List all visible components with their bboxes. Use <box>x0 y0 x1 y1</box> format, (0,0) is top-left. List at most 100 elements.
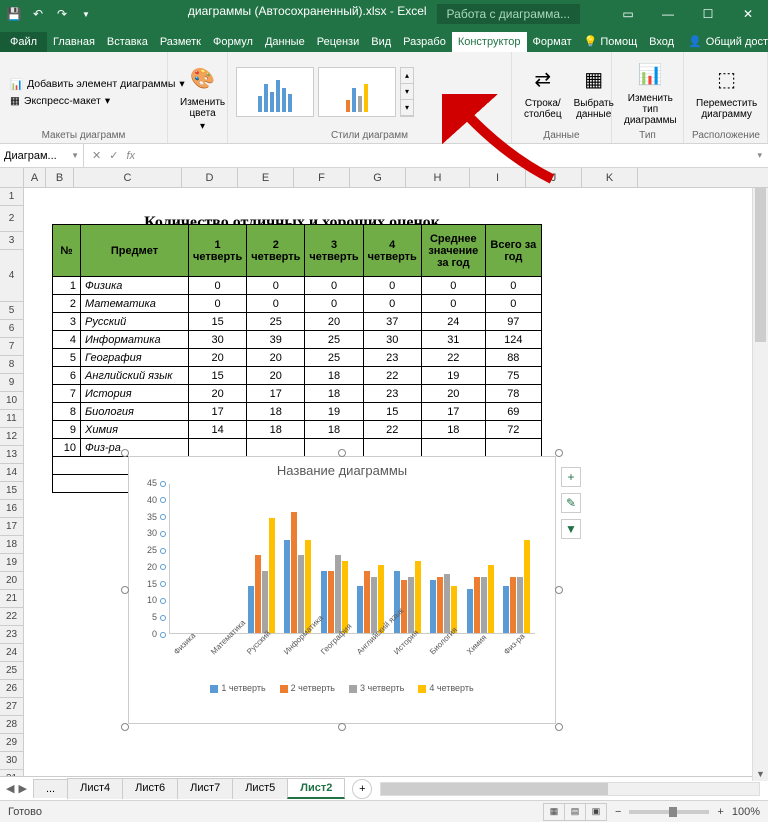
row-header[interactable]: 20 <box>0 572 24 590</box>
zoom-slider[interactable] <box>629 810 709 814</box>
chart-object[interactable]: Название диаграммы 454035302520151050 Фи… <box>128 456 556 724</box>
sheet-nav-prev-icon[interactable]: ◀ <box>6 782 14 795</box>
row-header[interactable]: 24 <box>0 644 24 662</box>
sheet-tab[interactable]: Лист2 <box>287 778 345 799</box>
zoom-level[interactable]: 100% <box>732 806 760 818</box>
cancel-formula-icon[interactable]: ✕ <box>92 149 101 162</box>
chart-elements-button[interactable]: + <box>561 467 581 487</box>
worksheet-grid[interactable]: ABCDEFGHIJK 1234567891011121314151617181… <box>0 168 768 776</box>
row-header[interactable]: 11 <box>0 410 24 428</box>
tab-view[interactable]: Вид <box>365 32 397 52</box>
row-header[interactable]: 2 <box>0 206 24 232</box>
column-header[interactable]: F <box>294 168 350 187</box>
bar-group[interactable] <box>430 574 457 633</box>
row-header[interactable]: 26 <box>0 680 24 698</box>
tab-home[interactable]: Главная <box>47 32 101 52</box>
sheet-nav-next-icon[interactable]: ▶ <box>18 782 26 795</box>
fx-icon[interactable]: fx <box>126 150 135 162</box>
accept-formula-icon[interactable]: ✓ <box>109 149 118 162</box>
maximize-icon[interactable]: ☐ <box>688 0 728 28</box>
column-header[interactable]: E <box>238 168 294 187</box>
column-header[interactable]: G <box>350 168 406 187</box>
zoom-in-button[interactable]: + <box>717 806 723 818</box>
chart-filter-button[interactable]: ▼ <box>561 519 581 539</box>
table-row[interactable]: 9Химия141818221872 <box>53 421 542 439</box>
row-header[interactable]: 9 <box>0 374 24 392</box>
row-header[interactable]: 25 <box>0 662 24 680</box>
tab-data[interactable]: Данные <box>259 32 311 52</box>
sheet-tab[interactable]: Лист6 <box>122 778 178 799</box>
quick-layout-button[interactable]: ▦ Экспресс-макет ▾ <box>8 94 187 108</box>
undo-icon[interactable]: ↶ <box>30 6 46 22</box>
horizontal-scrollbar[interactable] <box>380 782 760 796</box>
select-data-button[interactable]: ▦ Выбрать данные <box>570 62 618 122</box>
change-chart-type-button[interactable]: 📊 Изменить тип диаграммы <box>620 57 681 128</box>
row-header[interactable]: 13 <box>0 446 24 464</box>
bar-group[interactable] <box>284 512 311 633</box>
row-header[interactable]: 17 <box>0 518 24 536</box>
select-all-corner[interactable] <box>0 168 24 187</box>
row-header[interactable]: 21 <box>0 590 24 608</box>
redo-icon[interactable]: ↷ <box>54 6 70 22</box>
table-row[interactable]: 6Английский язык152018221975 <box>53 367 542 385</box>
view-normal-button[interactable]: ▦ <box>543 803 565 821</box>
grades-table[interactable]: №Предмет1 четверть2 четверть3 четверть4 … <box>52 224 542 493</box>
tab-design[interactable]: Конструктор <box>452 32 527 52</box>
row-header[interactable]: 22 <box>0 608 24 626</box>
chart-style-thumb[interactable] <box>236 67 314 117</box>
table-row[interactable]: 8Биология171819151769 <box>53 403 542 421</box>
sheet-tab[interactable]: Лист7 <box>177 778 233 799</box>
ribbon-options-icon[interactable]: ▭ <box>608 0 648 28</box>
chart-title[interactable]: Название диаграммы <box>129 457 555 484</box>
add-sheet-button[interactable]: + <box>352 779 372 799</box>
bar-group[interactable] <box>503 540 530 633</box>
column-header[interactable]: I <box>470 168 526 187</box>
scroll-down-icon[interactable]: ▼ <box>753 767 768 781</box>
table-row[interactable]: 4Информатика3039253031124 <box>53 331 542 349</box>
tab-review[interactable]: Рецензи <box>311 32 366 52</box>
row-header[interactable]: 4 <box>0 250 24 302</box>
row-header[interactable]: 7 <box>0 338 24 356</box>
table-row[interactable]: 5География202025232288 <box>53 349 542 367</box>
row-header[interactable]: 15 <box>0 482 24 500</box>
row-header[interactable]: 30 <box>0 752 24 770</box>
row-header[interactable]: 1 <box>0 188 24 206</box>
tab-layout[interactable]: Разметк <box>154 32 207 52</box>
sheet-tab[interactable]: Лист5 <box>232 778 288 799</box>
scrollbar-thumb[interactable] <box>755 182 766 342</box>
minimize-icon[interactable]: — <box>648 0 688 28</box>
row-header[interactable]: 29 <box>0 734 24 752</box>
zoom-out-button[interactable]: − <box>615 806 621 818</box>
table-row[interactable]: 3Русский152520372497 <box>53 313 542 331</box>
bar-group[interactable] <box>394 561 421 633</box>
row-header[interactable]: 27 <box>0 698 24 716</box>
tab-developer[interactable]: Разрабо <box>397 32 452 52</box>
column-header[interactable]: A <box>24 168 46 187</box>
row-header[interactable]: 3 <box>0 232 24 250</box>
column-header[interactable]: D <box>182 168 238 187</box>
vertical-scrollbar[interactable]: ▲ ▼ <box>752 168 768 781</box>
tab-share[interactable]: 👤 Общий доступ <box>680 31 768 52</box>
chart-legend[interactable]: 1 четверть 2 четверть 3 четверть 4 четве… <box>129 683 555 693</box>
column-header[interactable]: H <box>406 168 470 187</box>
sheet-tab[interactable]: Лист4 <box>67 778 123 799</box>
row-header[interactable]: 19 <box>0 554 24 572</box>
tab-signin[interactable]: Вход <box>643 32 680 52</box>
gallery-more-button[interactable]: ▴▾▾ <box>400 67 414 117</box>
column-header[interactable]: B <box>46 168 74 187</box>
qat-dropdown-icon[interactable]: ▼ <box>78 6 94 22</box>
column-header[interactable]: J <box>526 168 582 187</box>
chart-styles-button[interactable]: ✎ <box>561 493 581 513</box>
row-header[interactable]: 10 <box>0 392 24 410</box>
view-page-break-button[interactable]: ▣ <box>585 803 607 821</box>
row-header[interactable]: 16 <box>0 500 24 518</box>
table-row[interactable]: 2Математика000000 <box>53 295 542 313</box>
row-header[interactable]: 6 <box>0 320 24 338</box>
row-header[interactable]: 8 <box>0 356 24 374</box>
tab-file[interactable]: Файл <box>0 32 47 52</box>
name-box[interactable]: Диаграм...▼ <box>0 144 84 167</box>
table-row[interactable]: 7История201718232078 <box>53 385 542 403</box>
chart-plot-area[interactable]: 454035302520151050 <box>169 484 535 634</box>
tab-format[interactable]: Формат <box>527 32 578 52</box>
table-row[interactable]: 10Физ-ра <box>53 439 542 457</box>
